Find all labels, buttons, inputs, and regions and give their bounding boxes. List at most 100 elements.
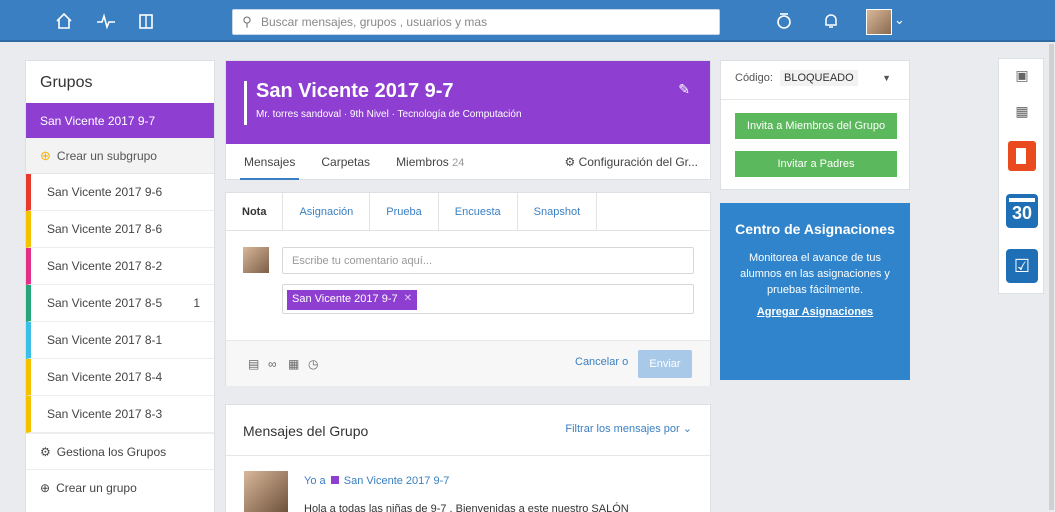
manage-groups-button[interactable]: ⚙ Gestiona los Grupos bbox=[26, 433, 214, 469]
tab-folders[interactable]: Carpetas bbox=[321, 144, 370, 180]
user-avatar[interactable] bbox=[866, 9, 892, 35]
tab-members[interactable]: Miembros 24 bbox=[396, 144, 464, 180]
composer-tab[interactable]: Prueba bbox=[370, 193, 439, 230]
group-settings-label: Configuración del Gr... bbox=[578, 155, 698, 169]
quiz-icon[interactable]: ☑ bbox=[1006, 249, 1038, 283]
chevron-down-icon[interactable]: ⌄ bbox=[894, 12, 905, 28]
clock-icon[interactable]: ◷ bbox=[308, 357, 318, 371]
filter-label: Filtrar los mensajes por bbox=[565, 423, 680, 435]
group-name: San Vicente 2017 9-6 bbox=[47, 185, 163, 199]
comment-input[interactable] bbox=[282, 247, 694, 274]
group-messages: Mensajes del Grupo Filtrar los mensajes … bbox=[225, 404, 711, 512]
plus-circle-icon: ⊕ bbox=[40, 480, 51, 495]
sidebar-item-group[interactable]: San Vicente 2017 8-5 1 bbox=[26, 285, 214, 322]
group-name: San Vicente 2017 8-2 bbox=[47, 259, 163, 273]
composer-tab[interactable]: Snapshot bbox=[518, 193, 598, 230]
scrollbar[interactable] bbox=[1049, 44, 1054, 510]
post-group-link[interactable]: San Vicente 2017 9-7 bbox=[344, 475, 450, 487]
create-subgroup-label: Crear un subgrupo bbox=[56, 148, 157, 163]
code-value: BLOQUEADO bbox=[779, 70, 858, 86]
group-color-square bbox=[330, 476, 339, 484]
store-icon[interactable]: ▣ bbox=[1009, 67, 1035, 84]
activity-icon[interactable] bbox=[94, 9, 118, 33]
add-assignments-link[interactable]: Agregar Asignaciones bbox=[720, 306, 910, 318]
apps-grid-icon[interactable]: ▦ bbox=[1009, 103, 1035, 120]
office-icon[interactable] bbox=[1008, 141, 1036, 171]
sidebar-item-group[interactable]: San Vicente 2017 8-2 bbox=[26, 248, 214, 285]
library-icon[interactable]: ▦ bbox=[288, 357, 299, 371]
create-group-label: Crear un grupo bbox=[56, 480, 137, 495]
composer-footer: ▤ ∞ ▦ ◷ Cancelar o Enviar bbox=[226, 340, 710, 386]
apps-rail: ▣ ▦ 30 ☑ bbox=[998, 58, 1044, 294]
sidebar-item-group[interactable]: San Vicente 2017 8-6 bbox=[26, 211, 214, 248]
send-button[interactable]: Enviar bbox=[638, 350, 692, 378]
plus-circle-icon: ⊕ bbox=[40, 147, 51, 163]
gear-icon: ⚙ bbox=[40, 444, 51, 459]
invite-parents-button[interactable]: Invitar a Padres bbox=[735, 151, 897, 177]
recipients-field[interactable]: San Vicente 2017 9-7 ✕ bbox=[282, 284, 694, 314]
backpack-icon[interactable] bbox=[134, 9, 158, 33]
invite-members-button[interactable]: Invita a Miembros del Grupo bbox=[735, 113, 897, 139]
members-count: 24 bbox=[452, 157, 465, 169]
create-subgroup-button[interactable]: ⊕ Crear un subgrupo bbox=[26, 138, 214, 174]
group-name: San Vicente 2017 8-4 bbox=[47, 370, 163, 384]
composer-tab[interactable]: Asignación bbox=[283, 193, 371, 230]
group-code-panel: Código: BLOQUEADO ▼ Invita a Miembros de… bbox=[720, 60, 910, 190]
group-settings-link[interactable]: ⚙ Configuración del Gr... bbox=[564, 144, 698, 180]
manage-groups-label: Gestiona los Grupos bbox=[56, 444, 167, 459]
chevron-down-icon: ⌄ bbox=[682, 423, 692, 435]
group-tabs: Mensajes Carpetas Miembros 24 ⚙ Configur… bbox=[226, 144, 710, 180]
post-header: Yo a San Vicente 2017 9-7 bbox=[304, 475, 449, 487]
bell-icon[interactable] bbox=[819, 9, 843, 33]
sidebar-item-group[interactable]: San Vicente 2017 8-4 bbox=[26, 359, 214, 396]
link-icon[interactable]: ∞ bbox=[268, 357, 277, 371]
post-body: Hola a todas las niñas de 9-7 . Bienveni… bbox=[304, 503, 629, 512]
post-composer: NotaAsignaciónPruebaEncuestaSnapshot San… bbox=[225, 192, 711, 386]
search-input[interactable] bbox=[261, 15, 701, 29]
recipient-label: San Vicente 2017 9-7 bbox=[292, 293, 398, 305]
calendar-day: 30 bbox=[1011, 203, 1033, 223]
top-bar: ⚲ ⌄ bbox=[0, 0, 1055, 42]
group-code-row: Código: BLOQUEADO bbox=[735, 70, 858, 86]
create-group-button[interactable]: ⊕ Crear un grupo bbox=[26, 469, 214, 505]
group-header: San Vicente 2017 9-7 Mr. torres sandoval… bbox=[225, 60, 711, 180]
remove-icon[interactable]: ✕ bbox=[404, 293, 412, 307]
gear-icon: ⚙ bbox=[564, 155, 576, 169]
group-title: San Vicente 2017 9-7 bbox=[256, 80, 454, 102]
group-name: San Vicente 2017 8-6 bbox=[47, 222, 163, 236]
groups-sidebar: Grupos San Vicente 2017 9-7 ⊕ Crear un s… bbox=[25, 60, 215, 512]
sidebar-item-group[interactable]: San Vicente 2017 8-1 bbox=[26, 322, 214, 359]
promo-description: Monitorea el avance de tus alumnos en la… bbox=[740, 252, 890, 296]
group-subtitle: Mr. torres sandoval · 9th Nivel · Tecnol… bbox=[256, 109, 522, 120]
banner-accent bbox=[244, 81, 247, 125]
filter-messages-dropdown[interactable]: Filtrar los mensajes por ⌄ bbox=[565, 422, 692, 435]
group-name: San Vicente 2017 8-5 bbox=[47, 296, 163, 310]
tab-members-label: Miembros bbox=[396, 155, 449, 169]
post-author[interactable]: Yo a bbox=[304, 475, 326, 487]
sidebar-item-group[interactable]: San Vicente 2017 9-6 bbox=[26, 174, 214, 211]
pencil-icon[interactable]: ✎ bbox=[678, 81, 690, 98]
composer-tab[interactable]: Nota bbox=[226, 193, 284, 230]
home-icon[interactable] bbox=[52, 9, 76, 33]
sidebar-title: Grupos bbox=[40, 74, 93, 91]
search-bar: ⚲ bbox=[232, 9, 720, 35]
group-list: San Vicente 2017 9-6 San Vicente 2017 8-6… bbox=[26, 174, 214, 433]
search-icon: ⚲ bbox=[242, 14, 252, 29]
assignments-promo: Centro de Asignaciones Monitorea el avan… bbox=[720, 203, 910, 380]
code-label: Código: bbox=[735, 72, 773, 84]
group-banner: San Vicente 2017 9-7 Mr. torres sandoval… bbox=[226, 61, 710, 144]
group-name: San Vicente 2017 8-1 bbox=[47, 333, 163, 347]
divider bbox=[721, 99, 909, 100]
group-name: San Vicente 2017 8-3 bbox=[47, 407, 163, 421]
group-unread-count: 1 bbox=[193, 296, 200, 310]
tab-messages[interactable]: Mensajes bbox=[239, 144, 300, 180]
divider bbox=[226, 455, 710, 456]
document-icon[interactable]: ▤ bbox=[248, 357, 259, 371]
sidebar-item-active-group[interactable]: San Vicente 2017 9-7 bbox=[26, 103, 214, 138]
sidebar-item-group[interactable]: San Vicente 2017 8-3 bbox=[26, 396, 214, 433]
connections-icon[interactable] bbox=[772, 9, 796, 33]
composer-tab[interactable]: Encuesta bbox=[439, 193, 518, 230]
cancel-link[interactable]: Cancelar o bbox=[575, 356, 628, 368]
calendar-icon[interactable]: 30 bbox=[1006, 194, 1038, 228]
caret-down-icon[interactable]: ▼ bbox=[882, 73, 891, 83]
